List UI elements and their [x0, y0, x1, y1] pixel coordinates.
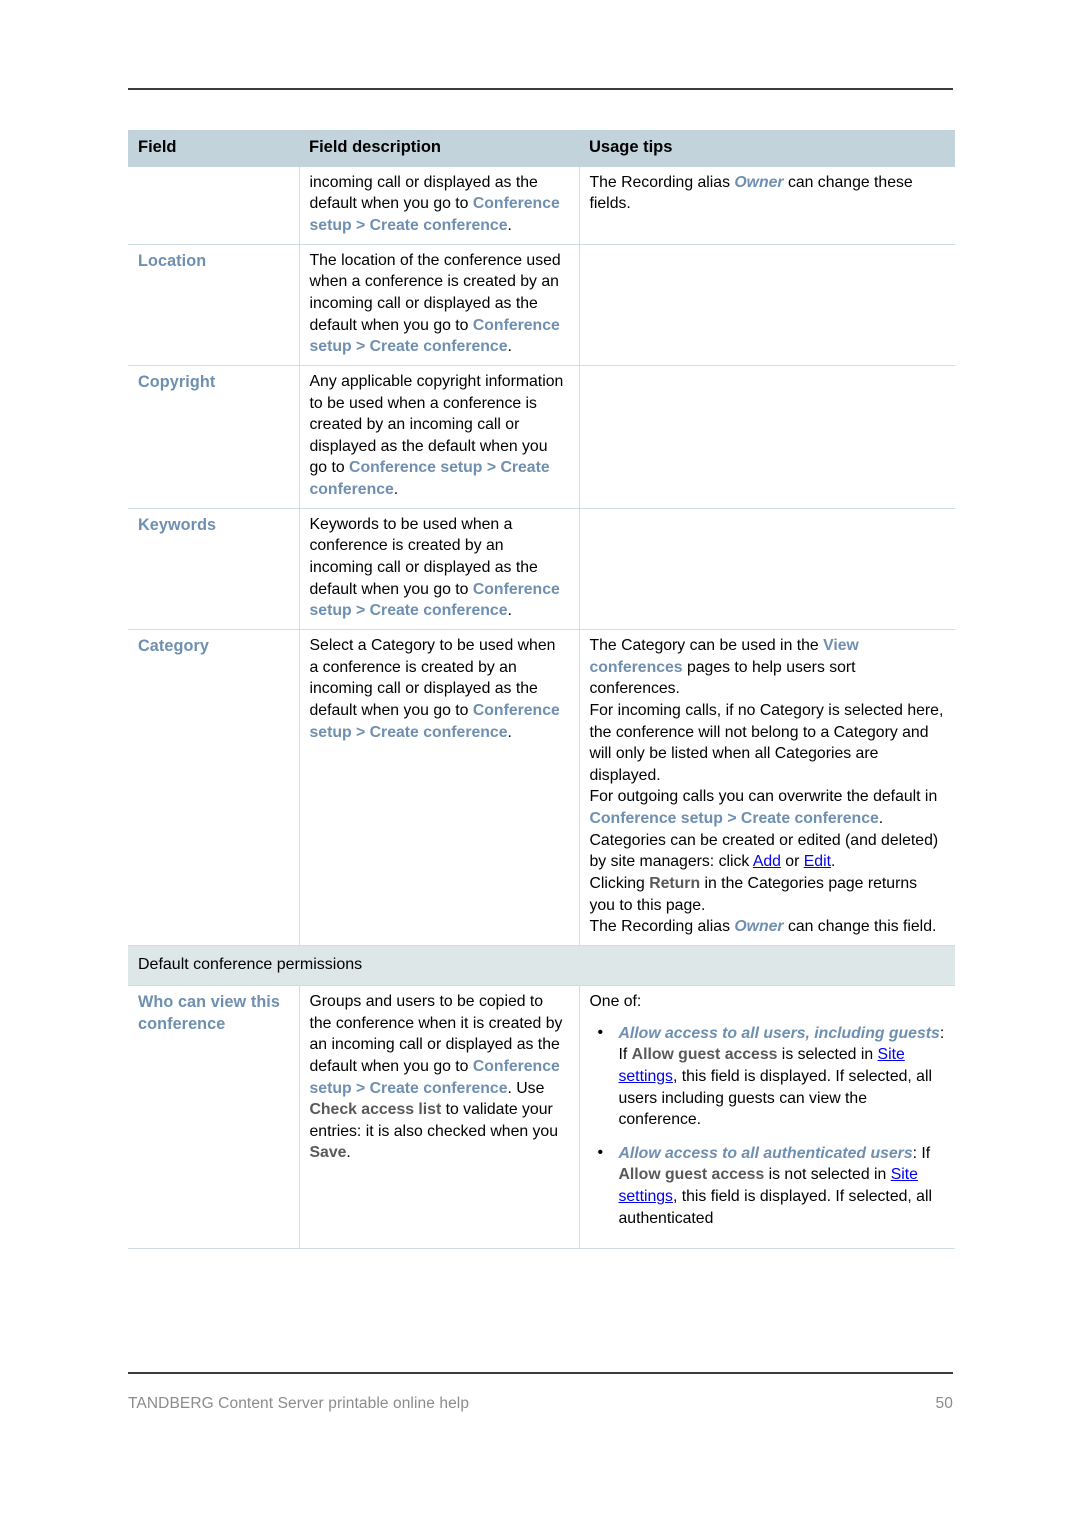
cell-field-name-location: Location: [128, 244, 300, 366]
cell-field-description: Keywords to be used when a conference is…: [299, 508, 580, 630]
cell-field-name-copyright: Copyright: [128, 365, 300, 509]
desc-text-2: .: [507, 217, 512, 235]
header-rule: [128, 88, 953, 90]
desc-text-4: .: [346, 1144, 351, 1162]
cell-field-description: The location of the conference used when…: [299, 244, 580, 366]
button-label-save: Save: [309, 1144, 347, 1162]
list-item: Allow access to all authenticated users:…: [590, 1142, 946, 1230]
cell-usage-tips: [579, 508, 955, 630]
setting-allow-guest-access: Allow guest access: [618, 1166, 765, 1184]
text: Clicking: [589, 875, 650, 893]
cell-field-description: Select a Category to be used when a conf…: [299, 629, 580, 946]
link-add[interactable]: Add: [753, 853, 781, 870]
cell-field-name-category: Category: [128, 629, 300, 946]
footer-page-number: 50: [935, 1395, 953, 1412]
section-header-default-conference-permissions: Default conference permissions: [128, 944, 955, 986]
cell-usage-tips: The Category can be used in the View con…: [579, 629, 955, 946]
table-row: Keywords Keywords to be used when a conf…: [128, 508, 955, 630]
table-row: Copyright Any applicable copyright infor…: [128, 365, 955, 509]
text: .: [830, 853, 836, 871]
column-header-field: Field: [128, 130, 299, 167]
cell-usage-tips: [579, 244, 955, 366]
page-footer: TANDBERG Content Server printable online…: [128, 1395, 953, 1413]
permission-options-list: Allow access to all users, including gue…: [590, 1022, 946, 1230]
button-label-return: Return: [649, 875, 701, 893]
field-reference-table: Field Field description Usage tips incom…: [128, 130, 955, 1250]
table-row: Location The location of the conference …: [128, 244, 955, 366]
desc-text-2: . Use: [507, 1079, 545, 1097]
text: .: [878, 810, 884, 828]
cell-field-name-who-can-view: Who can view this conference: [128, 985, 300, 1250]
link-edit[interactable]: Edit: [804, 853, 831, 870]
text: The Recording alias: [589, 918, 735, 936]
nav-path-conference-setup-create-conference: Conference setup > Create conference: [589, 810, 879, 828]
usage-paragraph-1: The Category can be used in the View con…: [590, 635, 946, 700]
cell-field-description: Groups and users to be copied to the con…: [299, 985, 580, 1250]
cell-field-name: [128, 166, 300, 245]
document-page: Field Field description Usage tips incom…: [0, 0, 1080, 1527]
table-section-header-row: Default conference permissions: [128, 944, 955, 986]
cell-usage-tips: [579, 365, 955, 509]
usage-text-1: The Recording alias: [589, 173, 735, 191]
footer-title: TANDBERG Content Server printable online…: [128, 1395, 470, 1412]
text: or: [780, 853, 804, 871]
cell-usage-tips: The Recording alias Owner can change the…: [579, 166, 955, 245]
column-header-usage-tips: Usage tips: [579, 130, 955, 167]
option-label-allow-all-users-including-guests: Allow access to all users, including gue…: [618, 1024, 940, 1042]
desc-text-2: .: [507, 723, 512, 741]
desc-text-2: .: [393, 481, 399, 499]
text: For outgoing calls you can overwrite the…: [589, 788, 938, 806]
text: : If: [912, 1144, 931, 1162]
cell-field-description: incoming call or displayed as the defaul…: [299, 166, 580, 245]
usage-paragraph-4: Categories can be created or edited (and…: [590, 830, 946, 873]
usage-paragraph-3: For outgoing calls you can overwrite the…: [590, 786, 946, 829]
text: can change this field.: [783, 918, 937, 936]
text: is not selected in: [764, 1166, 891, 1184]
list-item: Allow access to all users, including gue…: [590, 1022, 946, 1131]
table-row: Category Select a Category to be used wh…: [128, 629, 955, 946]
table-row: Who can view this conference Groups and …: [128, 985, 955, 1250]
footer-rule: [128, 1372, 953, 1374]
usage-intro: One of:: [589, 992, 642, 1010]
role-owner: Owner: [734, 918, 784, 936]
button-label-check-access-list: Check access list: [309, 1101, 442, 1119]
cell-field-name-keywords: Keywords: [128, 508, 300, 630]
text: is selected in: [777, 1046, 878, 1064]
usage-paragraph-5: Clicking Return in the Categories page r…: [590, 873, 946, 916]
table-row: incoming call or displayed as the defaul…: [128, 166, 955, 245]
text: The Category can be used in the: [589, 636, 824, 654]
column-header-field-description: Field description: [299, 130, 579, 167]
table-header-row: Field Field description Usage tips: [128, 130, 955, 167]
role-owner: Owner: [734, 173, 784, 191]
option-label-allow-all-authenticated-users: Allow access to all authenticated users: [618, 1144, 913, 1162]
usage-paragraph-6: The Recording alias Owner can change thi…: [590, 916, 946, 938]
setting-allow-guest-access: Allow guest access: [631, 1046, 778, 1064]
usage-paragraph-2: For incoming calls, if no Category is se…: [589, 701, 944, 784]
desc-text-2: .: [507, 338, 512, 356]
desc-text-2: .: [507, 602, 512, 620]
cell-usage-tips: One of: Allow access to all users, inclu…: [579, 985, 955, 1250]
cell-field-description: Any applicable copyright information to …: [299, 365, 580, 509]
